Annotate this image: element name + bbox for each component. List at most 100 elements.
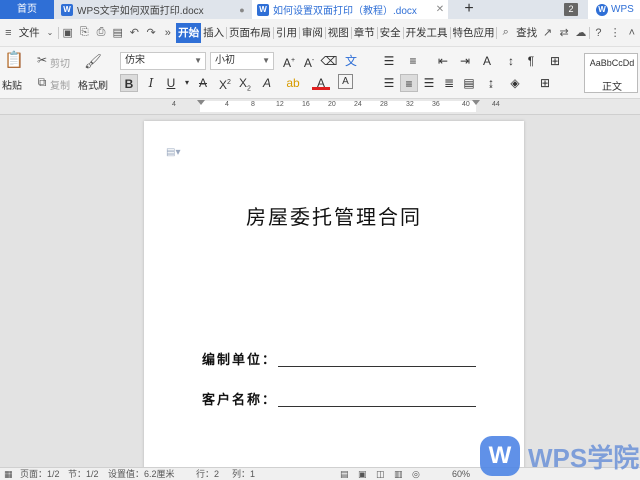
close-tab-icon[interactable]: ✕ bbox=[432, 4, 448, 15]
text-effect-icon[interactable]: A bbox=[258, 74, 276, 92]
superscript-icon[interactable]: X2 bbox=[216, 74, 234, 92]
eye-protection-icon[interactable]: ◎ bbox=[412, 468, 420, 480]
justify-icon[interactable]: ≣ bbox=[440, 74, 458, 92]
tab-special-apps[interactable]: 特色应用 bbox=[450, 23, 496, 43]
tab-references[interactable]: 引用 bbox=[274, 23, 299, 43]
file-menu[interactable]: 文件 bbox=[17, 23, 42, 43]
cut-button[interactable]: 剪切 bbox=[50, 55, 70, 70]
style-normal-button[interactable]: AaBbCcDd 正文 bbox=[584, 53, 638, 93]
tab-start[interactable]: 开始 bbox=[176, 22, 202, 43]
document-title[interactable]: 房屋委托管理合同 bbox=[144, 201, 524, 230]
sort-icon[interactable]: ↕ bbox=[502, 52, 520, 70]
copy-button[interactable]: 复制 bbox=[50, 77, 70, 92]
tab-review[interactable]: 审阅 bbox=[300, 23, 325, 43]
search-icon[interactable]: ⌕ bbox=[498, 25, 513, 41]
chinese-layout-icon[interactable]: A bbox=[478, 52, 496, 70]
outline-view-icon[interactable]: ▤ bbox=[340, 468, 349, 480]
word-count-icon[interactable]: ▦ bbox=[4, 468, 13, 480]
document-page[interactable]: ▤▾ 房屋委托管理合同 编制单位： 客户名称： bbox=[144, 121, 524, 480]
grow-font-icon[interactable]: A+ bbox=[280, 52, 298, 70]
reading-view-icon[interactable]: ▥ bbox=[394, 468, 403, 480]
paste-button[interactable]: 粘贴 bbox=[2, 77, 22, 92]
align-right-icon[interactable]: ☰ bbox=[420, 74, 438, 92]
cut-icon[interactable]: ✂ bbox=[34, 52, 50, 68]
borders-icon[interactable]: ⊞ bbox=[536, 74, 554, 92]
window-count-badge[interactable]: 2 bbox=[564, 3, 578, 16]
web-view-icon[interactable]: ◫ bbox=[376, 468, 385, 480]
separator bbox=[589, 26, 591, 39]
home-tab[interactable]: 首页 bbox=[0, 0, 54, 19]
field-label-customer[interactable]: 客户名称： bbox=[202, 389, 277, 408]
zoom-level[interactable]: 60% bbox=[452, 468, 470, 480]
tab-insert[interactable]: 插入 bbox=[201, 23, 226, 43]
font-size-select[interactable]: 小初 ▼ bbox=[210, 52, 274, 70]
right-indent-marker[interactable] bbox=[472, 100, 480, 105]
undo-icon[interactable]: ↶ bbox=[127, 25, 142, 41]
sync-icon[interactable]: ⇄ bbox=[557, 25, 572, 41]
tab-security[interactable]: 安全 bbox=[378, 23, 403, 43]
save-icon[interactable]: ▣ bbox=[60, 25, 75, 41]
numbering-icon[interactable]: ≡ bbox=[404, 52, 422, 70]
horizontal-ruler[interactable]: 4 4 8 12 16 20 24 28 32 36 40 44 bbox=[0, 99, 640, 115]
paste-icon[interactable]: 📋 bbox=[4, 53, 24, 73]
subscript-icon[interactable]: X2 bbox=[236, 74, 254, 92]
bold-icon[interactable]: B bbox=[120, 74, 138, 92]
cloud-icon[interactable]: ☁ bbox=[573, 25, 588, 41]
font-color-icon[interactable]: A bbox=[312, 74, 330, 90]
shading-icon[interactable]: ◈ bbox=[506, 74, 524, 92]
document-tab-1[interactable]: W WPS文字如何双面打印.docx ● bbox=[56, 0, 250, 19]
redo-icon[interactable]: ↷ bbox=[144, 25, 159, 41]
ruler-tick: 36 bbox=[432, 101, 440, 108]
page-view-icon[interactable]: ▣ bbox=[358, 468, 367, 480]
document-tab-2[interactable]: W 如何设置双面打印（教程）.docx ✕ bbox=[252, 0, 448, 19]
phonetic-guide-icon[interactable]: 文 bbox=[342, 52, 360, 70]
search-button[interactable]: 查找 bbox=[514, 23, 539, 43]
document-workspace[interactable]: ▤▾ 房屋委托管理合同 编制单位： 客户名称： bbox=[0, 115, 640, 480]
decrease-indent-icon[interactable]: ⇤ bbox=[434, 52, 452, 70]
wps-academy-watermark: W WPS学院 bbox=[480, 436, 639, 476]
shrink-font-icon[interactable]: A- bbox=[300, 52, 318, 70]
unsaved-dot-icon[interactable]: ● bbox=[234, 5, 250, 15]
field-label-compiler[interactable]: 编制单位： bbox=[202, 349, 277, 368]
tab-chapter[interactable]: 章节 bbox=[352, 23, 377, 43]
format-painter-button[interactable]: 格式刷 bbox=[78, 77, 108, 92]
print-icon[interactable]: ⎙ bbox=[94, 25, 109, 41]
tab-developer-tools[interactable]: 开发工具 bbox=[404, 23, 450, 43]
copy-icon[interactable]: ⧉ bbox=[34, 74, 50, 90]
status-col: 列：1 bbox=[232, 469, 256, 479]
paragraph-layout-icon[interactable]: ▤▾ bbox=[166, 147, 180, 158]
wps-account-button[interactable]: W WPS bbox=[588, 0, 640, 19]
character-border-icon[interactable]: A bbox=[338, 74, 353, 89]
bullets-icon[interactable]: ☰ bbox=[380, 52, 398, 70]
new-tab-button[interactable]: + bbox=[458, 0, 480, 19]
clear-format-icon[interactable]: ⌫ bbox=[320, 52, 338, 70]
italic-icon[interactable]: I bbox=[142, 74, 160, 92]
tab-view[interactable]: 视图 bbox=[326, 23, 351, 43]
font-name-value: 仿宋 bbox=[125, 55, 145, 66]
tab-page-layout[interactable]: 页面布局 bbox=[227, 23, 273, 43]
export-pdf-icon[interactable]: ⎘ bbox=[77, 25, 92, 41]
print-preview-icon[interactable]: ▤ bbox=[110, 25, 125, 41]
align-center-icon[interactable]: ≡ bbox=[400, 74, 418, 92]
help-icon[interactable]: ? bbox=[591, 25, 606, 41]
align-left-icon[interactable]: ☰ bbox=[380, 74, 398, 92]
ruler-tick: 4 bbox=[172, 101, 176, 108]
share-icon[interactable]: ↗ bbox=[540, 25, 555, 41]
font-name-select[interactable]: 仿宋 ▼ bbox=[120, 52, 206, 70]
highlight-icon[interactable]: ab bbox=[284, 74, 302, 92]
table-icon[interactable]: ⊞ bbox=[546, 52, 564, 70]
left-indent-marker[interactable] bbox=[197, 100, 205, 105]
chevron-down-icon[interactable]: ⌄ bbox=[43, 25, 58, 41]
more-options-icon[interactable]: ⋮ bbox=[608, 25, 623, 41]
show-marks-icon[interactable]: ¶ bbox=[522, 52, 540, 70]
strikethrough-icon[interactable]: A bbox=[194, 74, 212, 92]
distributed-icon[interactable]: ▤ bbox=[460, 74, 478, 92]
collapse-ribbon-icon[interactable]: ˄ bbox=[624, 25, 639, 41]
format-painter-icon[interactable]: 🖌 bbox=[84, 53, 102, 71]
hamburger-menu-icon[interactable]: ≡ bbox=[1, 25, 16, 41]
status-page[interactable]: 页面：1/2 bbox=[20, 468, 60, 480]
more-icon[interactable]: » bbox=[160, 25, 175, 41]
increase-indent-icon[interactable]: ⇥ bbox=[456, 52, 474, 70]
line-spacing-icon[interactable]: ↨ bbox=[482, 74, 500, 92]
ruler-tick: 16 bbox=[302, 101, 310, 108]
